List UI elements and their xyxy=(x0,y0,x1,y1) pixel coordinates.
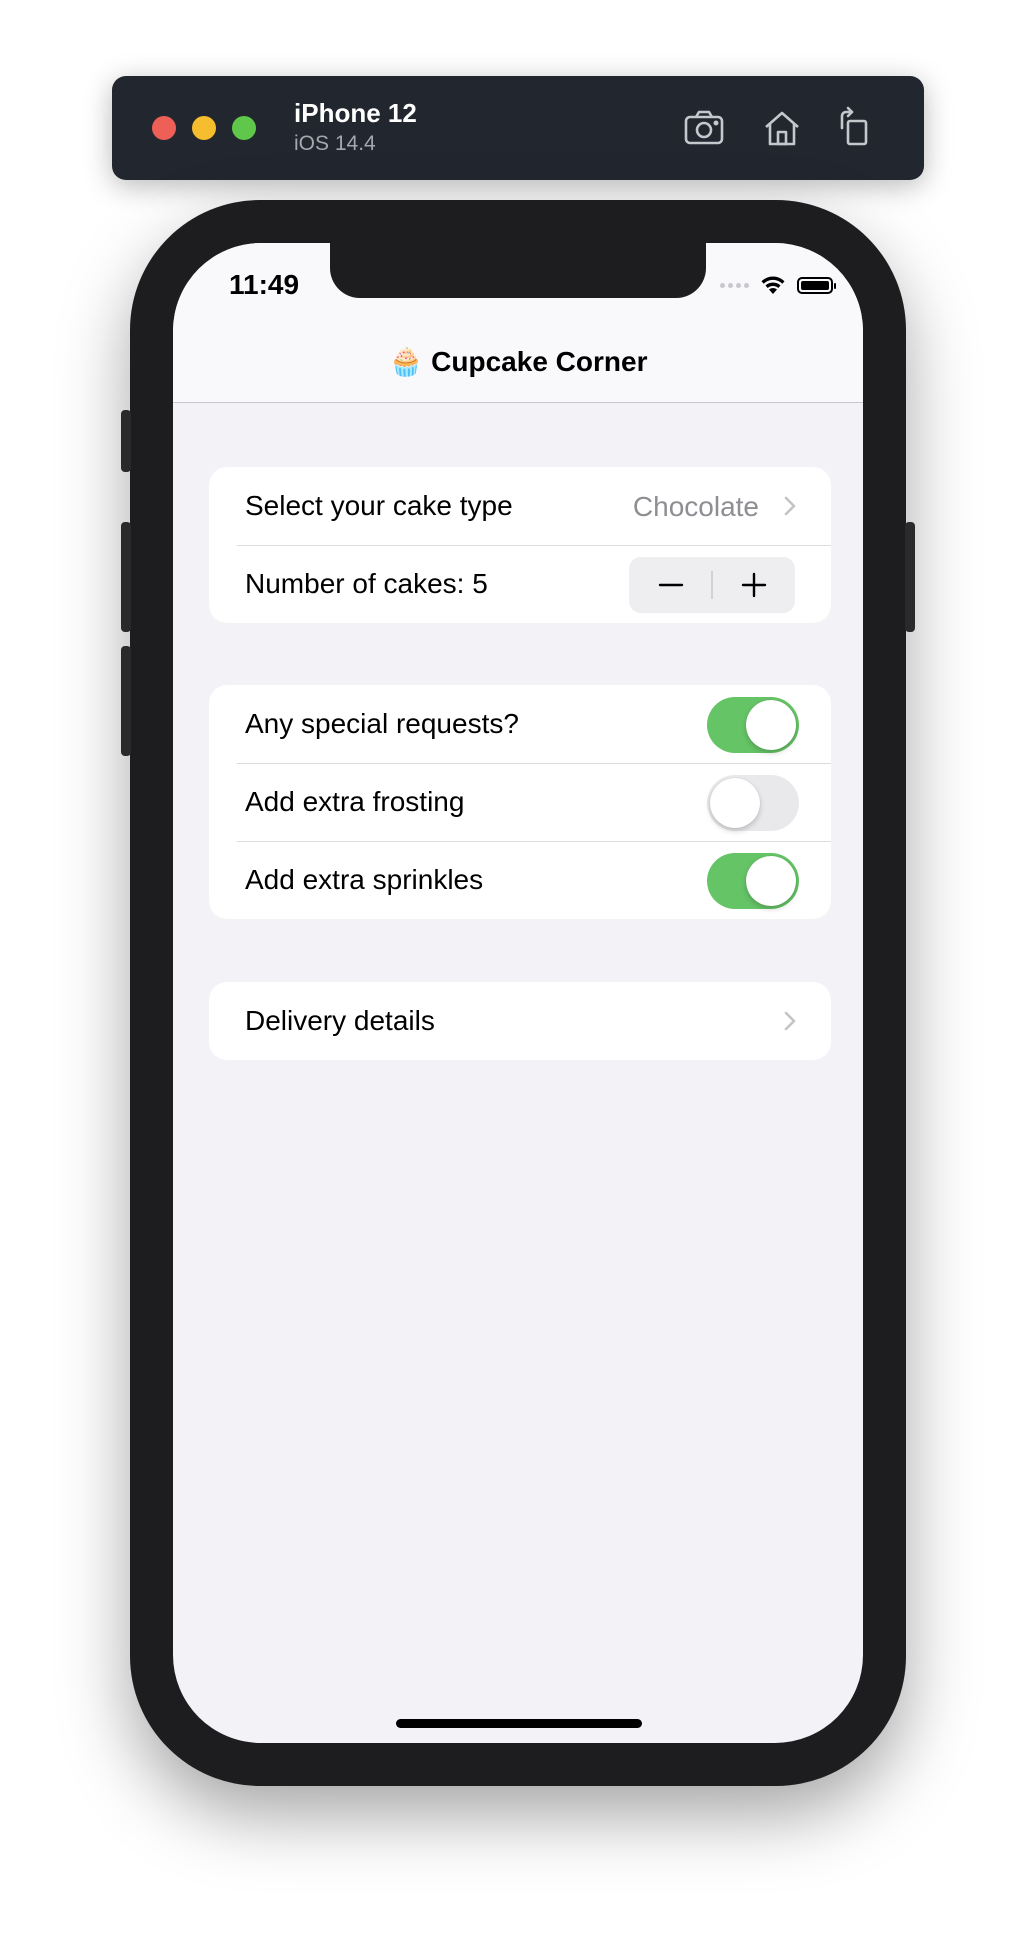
increment-button[interactable] xyxy=(712,557,795,613)
quantity-row: Number of cakes: 5 xyxy=(209,545,831,623)
notch xyxy=(330,243,706,298)
chevron-right-icon xyxy=(783,1010,797,1032)
toggle-knob xyxy=(746,700,796,750)
simulator-window: iPhone 12 iOS 14.4 🧁 Cupcake Corner 11:4… xyxy=(0,0,1036,1934)
special-requests-label: Any special requests? xyxy=(245,708,519,739)
plus-icon xyxy=(741,572,766,598)
phone-screen: 🧁 Cupcake Corner 11:49 Select your cake … xyxy=(173,243,863,1743)
order-section: Select your cake type Chocolate Number o… xyxy=(209,467,831,623)
status-time: 11:49 xyxy=(229,269,300,300)
toggle-knob xyxy=(746,856,796,906)
mute-switch xyxy=(121,410,131,472)
status-icons xyxy=(720,273,836,297)
delivery-details-row[interactable]: Delivery details xyxy=(209,982,831,1060)
device-name: iPhone 12 xyxy=(294,98,417,128)
extra-sprinkles-label: Add extra sprinkles xyxy=(245,864,484,895)
home-indicator[interactable] xyxy=(396,1719,642,1728)
extra-frosting-toggle[interactable] xyxy=(707,775,799,831)
os-version: iOS 14.4 xyxy=(294,132,376,155)
cake-type-picker-row[interactable]: Select your cake type Chocolate xyxy=(209,467,831,545)
rotate-icon[interactable] xyxy=(832,106,876,150)
volume-down-button xyxy=(121,646,131,756)
minimize-window-button[interactable] xyxy=(192,116,216,140)
simulator-title-bar: iPhone 12 iOS 14.4 xyxy=(112,76,924,180)
cake-type-value: Chocolate xyxy=(632,491,759,522)
screenshot-icon[interactable] xyxy=(682,106,726,150)
delivery-details-label: Delivery details xyxy=(245,1005,435,1036)
quantity-label: Number of cakes: 5 xyxy=(245,568,488,599)
home-icon[interactable] xyxy=(760,106,804,150)
special-requests-row: Any special requests? xyxy=(209,685,831,763)
extra-frosting-row: Add extra frosting xyxy=(209,763,831,841)
volume-up-button xyxy=(121,522,131,632)
extra-sprinkles-toggle[interactable] xyxy=(707,853,799,909)
zoom-window-button[interactable] xyxy=(232,116,256,140)
extra-sprinkles-row: Add extra sprinkles xyxy=(209,841,831,919)
battery-icon xyxy=(797,276,836,294)
extra-frosting-label: Add extra frosting xyxy=(245,786,465,817)
page-title: 🧁 Cupcake Corner xyxy=(388,346,648,377)
special-requests-section: Any special requests? Add extra frosting… xyxy=(209,685,831,919)
quantity-stepper[interactable] xyxy=(629,557,795,613)
wifi-icon xyxy=(761,276,785,294)
cake-type-label: Select your cake type xyxy=(245,490,513,521)
minus-icon xyxy=(658,583,683,587)
toggle-knob xyxy=(710,778,760,828)
decrement-button[interactable] xyxy=(629,557,712,613)
power-button xyxy=(905,522,915,632)
special-requests-toggle[interactable] xyxy=(707,697,799,753)
close-window-button[interactable] xyxy=(152,116,176,140)
iphone-frame: 🧁 Cupcake Corner 11:49 Select your cake … xyxy=(121,200,915,1786)
delivery-section: Delivery details xyxy=(209,982,831,1060)
cellular-signal-icon xyxy=(720,282,749,288)
chevron-right-icon xyxy=(783,495,797,517)
